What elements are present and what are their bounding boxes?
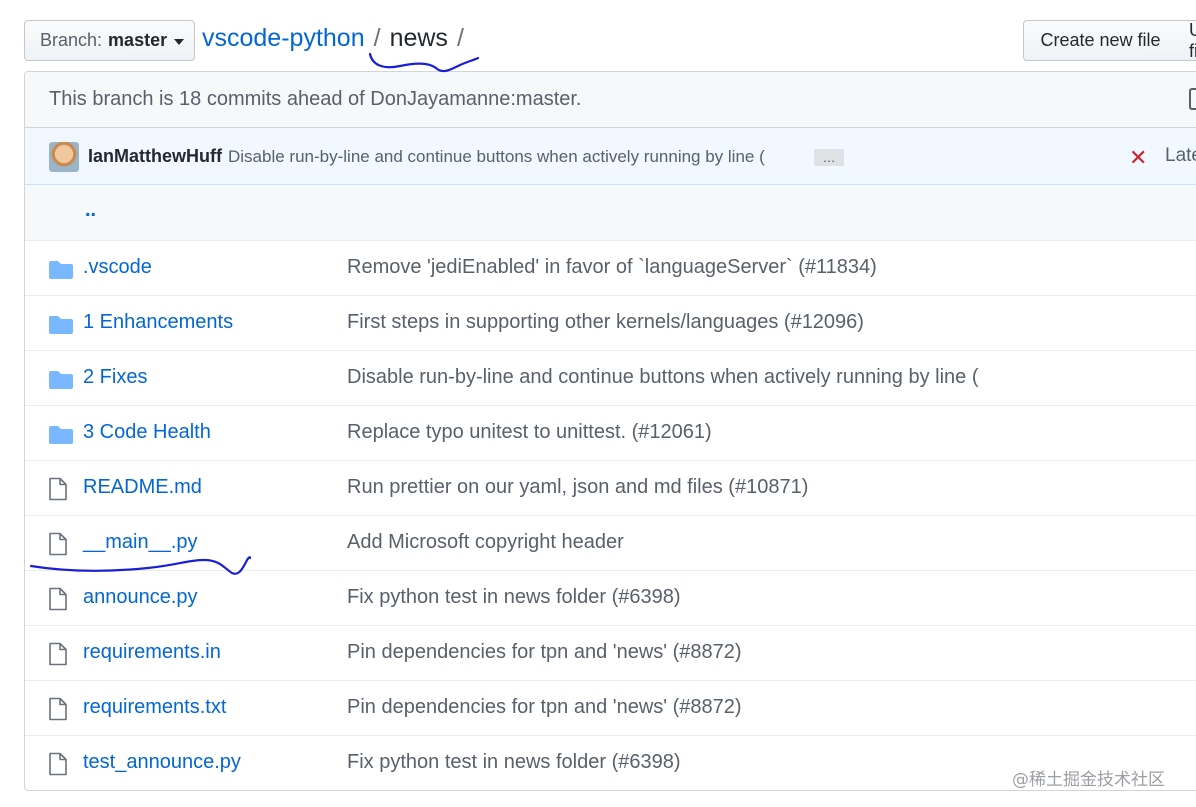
file-name-link[interactable]: announce.py bbox=[83, 586, 198, 609]
file-commit-message[interactable]: Pin dependencies for tpn and 'news' (#88… bbox=[347, 641, 742, 664]
breadcrumb-separator: / bbox=[373, 24, 381, 52]
file-commit-message[interactable]: Fix python test in news folder (#6398) bbox=[347, 751, 681, 774]
file-name-link[interactable]: 3 Code Health bbox=[83, 421, 211, 444]
watermark: @稀土掘金技术社区 bbox=[1012, 770, 1165, 790]
branch-name: master bbox=[108, 30, 168, 50]
branch-select-button[interactable]: Branch: master bbox=[24, 20, 195, 61]
file-name-link[interactable]: .vscode bbox=[83, 256, 152, 279]
file-name-link[interactable]: 2 Fixes bbox=[83, 366, 147, 389]
repo-header: Branch: master vscode-python / news / Cr… bbox=[0, 0, 1196, 70]
file-commit-message[interactable]: Remove 'jediEnabled' in favor of `langua… bbox=[347, 256, 877, 279]
file-commit-message[interactable]: First steps in supporting other kernels/… bbox=[347, 311, 864, 334]
folder-icon bbox=[48, 260, 74, 285]
file-icon bbox=[48, 477, 68, 506]
file-name-link[interactable]: 1 Enhancements bbox=[83, 311, 233, 334]
file-row: 2 Fixes Disable run-by-line and continue … bbox=[25, 351, 1196, 406]
expand-commit-message-button[interactable]: … bbox=[814, 149, 844, 166]
file-name-link[interactable]: requirements.txt bbox=[83, 696, 226, 719]
caret-down-icon bbox=[174, 38, 185, 45]
file-list: .vscode Remove 'jediEnabled' in favor of … bbox=[25, 241, 1196, 790]
latest-commit-label: Latest commit bbox=[1165, 145, 1196, 166]
file-row: announce.py Fix python test in news folde… bbox=[25, 571, 1196, 626]
file-commit-message[interactable]: Run prettier on our yaml, json and md fi… bbox=[347, 476, 808, 499]
file-commit-message[interactable]: Add Microsoft copyright header bbox=[347, 531, 624, 554]
file-row: 1 Enhancements First steps in supporting … bbox=[25, 296, 1196, 351]
folder-icon bbox=[48, 315, 74, 340]
file-commit-message[interactable]: Fix python test in news folder (#6398) bbox=[347, 586, 681, 609]
file-browser: This branch is 18 commits ahead of DonJa… bbox=[24, 71, 1196, 791]
compare-icon[interactable] bbox=[1189, 88, 1196, 110]
file-commit-message[interactable]: Disable run-by-line and continue buttons… bbox=[347, 366, 978, 389]
file-name-link[interactable]: __main__.py bbox=[83, 531, 198, 554]
latest-commit-bar: IanMatthewHuff Disable run-by-line and c… bbox=[25, 128, 1196, 185]
upload-files-button[interactable]: Upload files bbox=[1177, 20, 1196, 61]
file-icon bbox=[48, 642, 68, 671]
breadcrumb-repo-link[interactable]: vscode-python bbox=[202, 24, 365, 53]
file-icon bbox=[48, 532, 68, 561]
create-new-file-button[interactable]: Create new file bbox=[1023, 20, 1178, 61]
file-icon bbox=[48, 697, 68, 726]
file-icon bbox=[48, 752, 68, 781]
ahead-notice-text: This branch is 18 commits ahead of DonJa… bbox=[49, 88, 582, 110]
folder-icon bbox=[48, 425, 74, 450]
file-commit-message[interactable]: Pin dependencies for tpn and 'news' (#88… bbox=[347, 696, 742, 719]
file-row: 3 Code Health Replace typo unitest to uni… bbox=[25, 406, 1196, 461]
commit-author[interactable]: IanMatthewHuff bbox=[88, 146, 222, 167]
file-row: README.md Run prettier on our yaml, json … bbox=[25, 461, 1196, 516]
file-row: requirements.in Pin dependencies for tpn … bbox=[25, 626, 1196, 681]
ci-status-failed-icon[interactable]: ✕ bbox=[1129, 145, 1147, 171]
file-name-link[interactable]: requirements.in bbox=[83, 641, 221, 664]
commit-message[interactable]: Disable run-by-line and continue buttons… bbox=[228, 147, 765, 167]
file-row: requirements.txt Pin dependencies for tpn… bbox=[25, 681, 1196, 736]
file-name-link[interactable]: README.md bbox=[83, 476, 202, 499]
file-icon bbox=[48, 587, 68, 616]
branch-label: Branch: bbox=[40, 30, 103, 50]
avatar[interactable] bbox=[49, 142, 79, 172]
breadcrumb-separator: / bbox=[456, 24, 464, 52]
parent-directory-link[interactable]: .. bbox=[85, 199, 96, 222]
branch-ahead-notice: This branch is 18 commits ahead of DonJa… bbox=[25, 72, 1196, 128]
breadcrumb: vscode-python / news / bbox=[202, 24, 473, 53]
file-commit-message[interactable]: Replace typo unitest to unittest. (#1206… bbox=[347, 421, 712, 444]
parent-directory-row: .. bbox=[25, 185, 1196, 241]
breadcrumb-current-dir: news bbox=[389, 24, 448, 52]
file-row: __main__.py Add Microsoft copyright heade… bbox=[25, 516, 1196, 571]
folder-icon bbox=[48, 370, 74, 395]
file-name-link[interactable]: test_announce.py bbox=[83, 751, 241, 774]
file-row: .vscode Remove 'jediEnabled' in favor of … bbox=[25, 241, 1196, 296]
